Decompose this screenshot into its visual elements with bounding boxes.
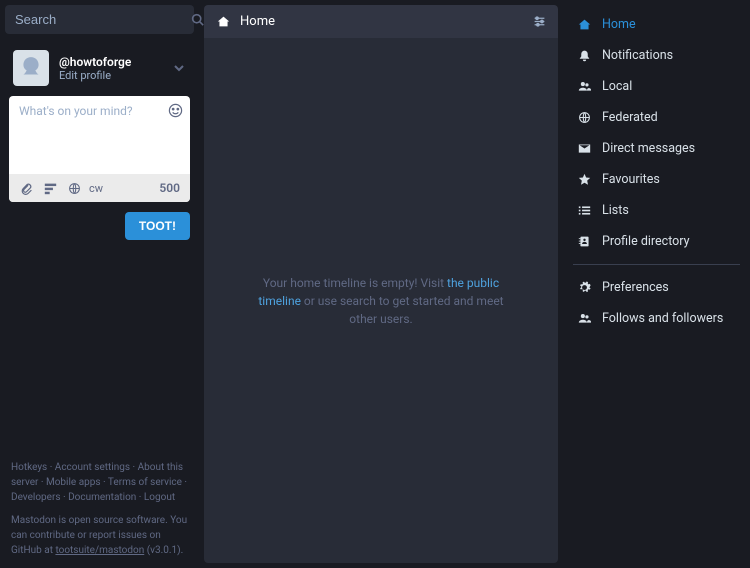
footer-link[interactable]: Documentation <box>68 492 136 503</box>
poll-icon[interactable] <box>43 181 57 195</box>
address-book-icon <box>577 235 591 249</box>
nav-direct-messages[interactable]: Direct messages <box>563 133 750 164</box>
gear-icon <box>577 281 591 295</box>
nav-local[interactable]: Local <box>563 71 750 102</box>
search-box[interactable] <box>5 5 194 34</box>
footer-link[interactable]: Account settings <box>55 462 130 473</box>
attach-icon[interactable] <box>19 181 33 195</box>
content-warning-button[interactable]: cw <box>89 182 103 195</box>
user-panel: @howtoforge Edit profile <box>5 46 194 96</box>
nav-follows[interactable]: Follows and followers <box>563 303 750 334</box>
footer-link[interactable]: Terms of service <box>108 477 182 488</box>
globe-icon[interactable] <box>67 181 81 195</box>
column-header: Home <box>204 5 558 38</box>
settings-icon[interactable] <box>532 15 546 29</box>
users-icon <box>577 80 591 94</box>
footer-link[interactable]: Developers <box>11 492 61 503</box>
list-icon <box>577 204 591 218</box>
star-icon <box>577 173 591 187</box>
user-handle[interactable]: @howtoforge <box>59 55 172 69</box>
nav-favourites[interactable]: Favourites <box>563 164 750 195</box>
nav-notifications[interactable]: Notifications <box>563 40 750 71</box>
nav-lists[interactable]: Lists <box>563 195 750 226</box>
column-title: Home <box>240 14 522 29</box>
nav-home[interactable]: Home <box>563 9 750 40</box>
users-icon <box>577 312 591 326</box>
search-input[interactable] <box>15 12 191 27</box>
timeline-empty: Your home timeline is empty! Visit the p… <box>204 38 558 563</box>
footer-link[interactable]: Mobile apps <box>46 477 101 488</box>
char-counter: 500 <box>159 181 180 195</box>
globe-icon <box>577 111 591 125</box>
search-icon <box>191 13 204 27</box>
repo-link[interactable]: tootsuite/mastodon <box>55 545 144 556</box>
timeline-column: Home Your home timeline is empty! Visit … <box>204 5 558 563</box>
home-icon <box>577 18 591 32</box>
toot-button[interactable]: TOOT! <box>125 212 190 240</box>
compose-textarea[interactable] <box>19 104 160 162</box>
footer-links: Hotkeys · Account settings · About this … <box>11 460 188 505</box>
nav-separator <box>573 264 740 265</box>
compose-column: @howtoforge Edit profile <box>0 0 199 568</box>
chevron-down-icon[interactable] <box>172 61 186 75</box>
home-icon <box>216 15 230 29</box>
nav-federated[interactable]: Federated <box>563 102 750 133</box>
footer: Hotkeys · Account settings · About this … <box>5 460 194 568</box>
compose-toolbar: cw 500 <box>9 174 190 202</box>
envelope-icon <box>577 142 591 156</box>
footer-link[interactable]: Logout <box>144 492 175 503</box>
navigation-column: Home Notifications Local Federated Direc… <box>563 0 750 568</box>
avatar[interactable] <box>13 50 49 86</box>
footer-note: Mastodon is open source software. You ca… <box>11 513 188 558</box>
bell-icon <box>577 49 591 63</box>
edit-profile-link[interactable]: Edit profile <box>59 69 172 82</box>
nav-directory[interactable]: Profile directory <box>563 226 750 257</box>
compose-form: cw 500 <box>9 96 190 202</box>
nav-preferences[interactable]: Preferences <box>563 272 750 303</box>
emoji-picker-button[interactable] <box>168 103 183 118</box>
footer-link[interactable]: Hotkeys <box>11 462 47 473</box>
